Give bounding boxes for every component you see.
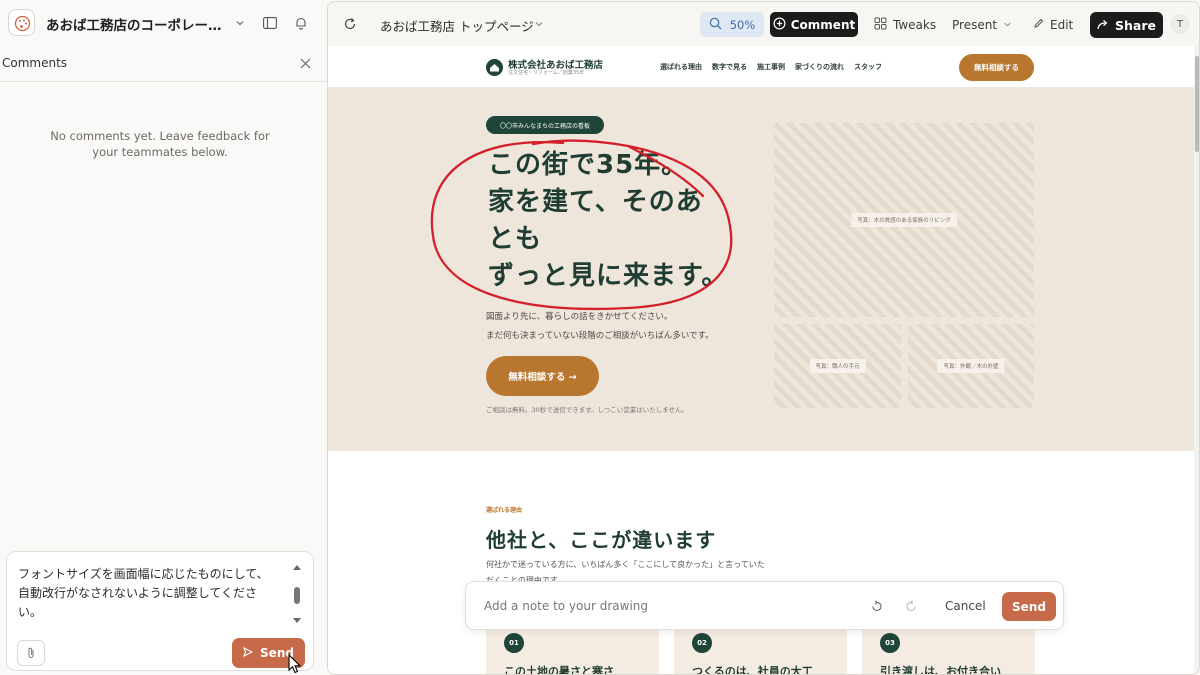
cancel-drawing-button[interactable]: Cancel	[945, 599, 986, 613]
company-logo-icon	[486, 59, 503, 76]
share-button[interactable]: Share	[1090, 12, 1163, 38]
nav-link-works[interactable]: 施工事例	[757, 62, 785, 72]
card-title: つくるのは、社員の大工	[692, 665, 813, 675]
chevron-down-icon[interactable]	[232, 14, 248, 32]
palette-icon[interactable]	[8, 9, 35, 36]
reasons-section: 選ばれる理由 他社と、ここが違います 何社かで迷っている方に、いちばん多く「ここ…	[328, 451, 1194, 675]
comment-input[interactable]: フォントサイズを画面幅に応じたものにして、自動改行がなされないように調整してくだ…	[18, 565, 278, 622]
site-nav-links: 選ばれる理由 数字で見る 施工事例 家づくりの流れ スタッフ	[660, 62, 882, 72]
card-title: 引き渡しは、お付き合い	[880, 665, 1001, 675]
lead-line: 図面より先に、暮らしの話をきかせてください。	[486, 312, 673, 322]
present-button[interactable]: Present	[952, 12, 1012, 37]
site-preview: 株式会社あおば工務店 注文住宅・リフォーム／創業35年 選ばれる理由 数字で見る…	[328, 46, 1199, 675]
hero-lead: 図面より先に、暮らしの話をきかせてください。 まだ何も決まっていない段階のご相談…	[486, 308, 786, 346]
comment-mode-button[interactable]: Comment	[770, 12, 858, 37]
edit-label: Edit	[1050, 17, 1074, 32]
photo-placeholder-main: 写真：木の質感のある家族のリビング	[774, 123, 1034, 317]
site-header: 株式会社あおば工務店 注文住宅・リフォーム／創業35年 選ばれる理由 数字で見る…	[328, 46, 1194, 87]
comments-title: Comments	[2, 56, 68, 70]
edit-button[interactable]: Edit	[1033, 12, 1073, 37]
page-selector[interactable]: あおば工務店 トップページ	[380, 16, 534, 35]
comment-composer[interactable]: フォントサイズを画面幅に応じたものにして、自動改行がなされないように調整してくだ…	[6, 551, 314, 671]
page-chevron-down-icon[interactable]	[532, 15, 546, 33]
share-arrow-icon	[1097, 18, 1109, 33]
lead-line: まだ何も決まっていない段階のご相談がいちばん多いです。	[486, 331, 714, 341]
headline-line: ずっと見に来ます。	[488, 261, 729, 291]
avatar[interactable]: T	[1170, 14, 1190, 34]
undo-icon[interactable]	[868, 598, 884, 614]
mouse-cursor-icon	[288, 653, 302, 674]
send-drawing-button[interactable]: Send	[1002, 592, 1056, 621]
hero-note: ご相談は無料。30秒で送信できます。しつこい営業はいたしません。	[486, 406, 689, 414]
card-number: 01	[504, 633, 524, 653]
scrollbar-thumb[interactable]	[1195, 56, 1199, 152]
close-icon[interactable]	[297, 55, 313, 71]
app-window: あおば工務店のコーポレート… Comments No comments yet.…	[0, 0, 1200, 675]
share-label: Share	[1115, 17, 1156, 33]
photo-placeholder-right: 写真：外観／木の外壁	[908, 324, 1034, 408]
add-comment-icon	[773, 16, 786, 33]
nav-link-numbers[interactable]: 数字で見る	[712, 62, 747, 72]
pencil-icon	[1033, 18, 1044, 32]
empty-comments-message: No comments yet. Leave feedback for your…	[50, 129, 270, 159]
card-title: この土地の暑さと寒さ	[504, 665, 614, 675]
hero-eyebrow-badge: 〇〇市みんなまちの工務店の看板	[486, 116, 604, 134]
company-tagline: 注文住宅・リフォーム／創業35年	[508, 70, 585, 76]
hero-section: 〇〇市みんなまちの工務店の看板 この街で35年。 家を建て、そのあ とも ずっと…	[328, 87, 1194, 451]
paperclip-icon	[26, 644, 36, 663]
reason-card: 01 この土地の暑さと寒さ	[486, 627, 659, 675]
project-header: あおば工務店のコーポレート…	[0, 0, 327, 46]
nav-consult-button[interactable]: 無料相談する	[959, 54, 1034, 81]
hero-consult-button[interactable]: 無料相談する →	[486, 356, 599, 396]
photo-placeholder-left: 写真：職人の手元	[774, 324, 901, 408]
photo-caption: 写真：職人の手元	[809, 359, 866, 373]
project-title[interactable]: あおば工務店のコーポレート…	[46, 14, 231, 34]
design-canvas-frame: あおば工務店 トップページ 50% Comment Tweaks Present…	[327, 1, 1200, 675]
comment-label: Comment	[790, 17, 856, 32]
notifications-icon[interactable]	[291, 13, 311, 33]
section-eyebrow: 選ばれる理由	[486, 507, 523, 514]
headline-line: とも	[488, 224, 543, 254]
present-label: Present	[952, 17, 998, 32]
zoom-control[interactable]: 50%	[700, 12, 764, 37]
refresh-icon[interactable]	[340, 14, 360, 34]
headline-line: 家を建て、そのあ	[488, 187, 703, 217]
comments-header: Comments	[0, 46, 327, 82]
drawing-note-input[interactable]: Add a note to your drawing	[484, 599, 648, 613]
send-icon	[243, 646, 254, 660]
present-chevron-down-icon	[1003, 18, 1012, 32]
attachment-button[interactable]	[17, 640, 45, 666]
card-number: 03	[880, 633, 900, 653]
sidebar-toggle-icon[interactable]	[260, 13, 280, 33]
redo-icon[interactable]	[903, 598, 919, 614]
drawing-note-bar: Add a note to your drawing Cancel Send	[465, 581, 1064, 630]
hero-headline: この街で35年。 家を建て、そのあ とも ずっと見に来ます。	[488, 147, 758, 295]
comments-sidebar: あおば工務店のコーポレート… Comments No comments yet.…	[0, 0, 327, 675]
tweaks-icon	[874, 17, 887, 33]
desc-line: 何社かで迷っている方に、いちばん多く「ここにして良かった」と言っていた	[486, 560, 765, 569]
canvas-toolbar: あおば工務店 トップページ 50% Comment Tweaks Present…	[328, 2, 1199, 46]
tweaks-button[interactable]: Tweaks	[874, 12, 936, 37]
nav-link-reasons[interactable]: 選ばれる理由	[660, 62, 702, 72]
nav-link-flow[interactable]: 家づくりの流れ	[795, 62, 844, 72]
photo-caption: 写真：外観／木の外壁	[937, 359, 1005, 373]
reason-card: 03 引き渡しは、お付き合い	[862, 627, 1035, 675]
card-number: 02	[692, 633, 712, 653]
photo-caption: 写真：木の質感のある家族のリビング	[851, 213, 957, 227]
reason-card: 02 つくるのは、社員の大工	[674, 627, 847, 675]
zoom-level: 50%	[729, 17, 756, 32]
canvas-scrollbar[interactable]	[1194, 46, 1199, 674]
composer-scrollbar[interactable]	[291, 564, 303, 624]
headline-line: この街で35年。	[488, 150, 689, 180]
tweaks-label: Tweaks	[893, 17, 937, 32]
section-title: 他社と、ここが違います	[486, 528, 717, 552]
search-icon	[709, 17, 722, 33]
nav-link-staff[interactable]: スタッフ	[854, 62, 882, 72]
